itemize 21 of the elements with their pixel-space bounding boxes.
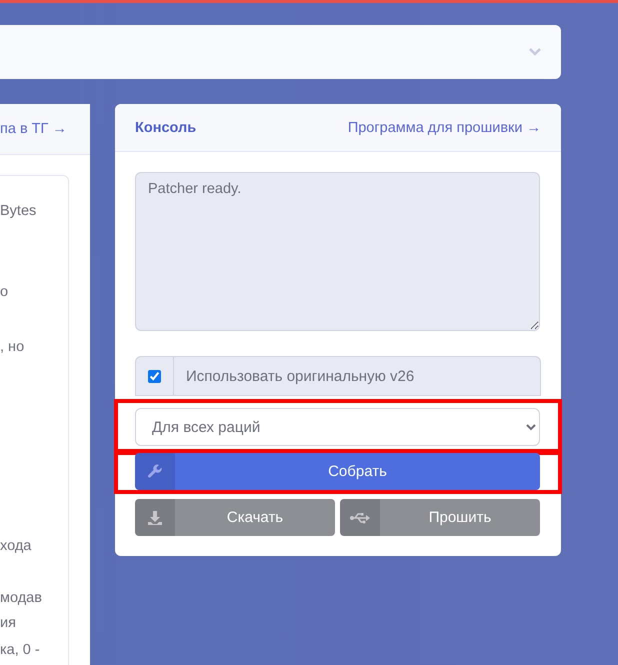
download-icon xyxy=(147,510,163,526)
info-text: о xyxy=(0,284,8,300)
flasher-link[interactable]: Программа для прошивки → xyxy=(348,120,541,136)
select-field[interactable] xyxy=(0,25,561,79)
chevron-icon xyxy=(529,48,541,56)
card-title: Консоль xyxy=(135,120,196,136)
console-log[interactable]: Patcher ready. xyxy=(135,172,540,331)
info-text: хода xyxy=(0,538,32,554)
checkbox-label: Использовать оригинальную v26 xyxy=(185,366,414,386)
build-button[interactable]: Собрать xyxy=(135,453,540,490)
info-text: , но xyxy=(0,339,24,355)
info-text: ия xyxy=(0,615,16,631)
usb-icon xyxy=(350,512,370,524)
download-button[interactable]: Скачать xyxy=(135,499,335,536)
info-text: Bytes xyxy=(0,203,36,219)
wrench-icon xyxy=(147,464,163,480)
radio-select[interactable]: Для всех раций xyxy=(135,408,540,446)
original-checkbox[interactable] xyxy=(148,370,161,382)
flash-button[interactable]: Прошить xyxy=(340,499,540,536)
info-text: модав xyxy=(0,590,42,606)
info-text: ка, 0 - xyxy=(0,642,40,658)
